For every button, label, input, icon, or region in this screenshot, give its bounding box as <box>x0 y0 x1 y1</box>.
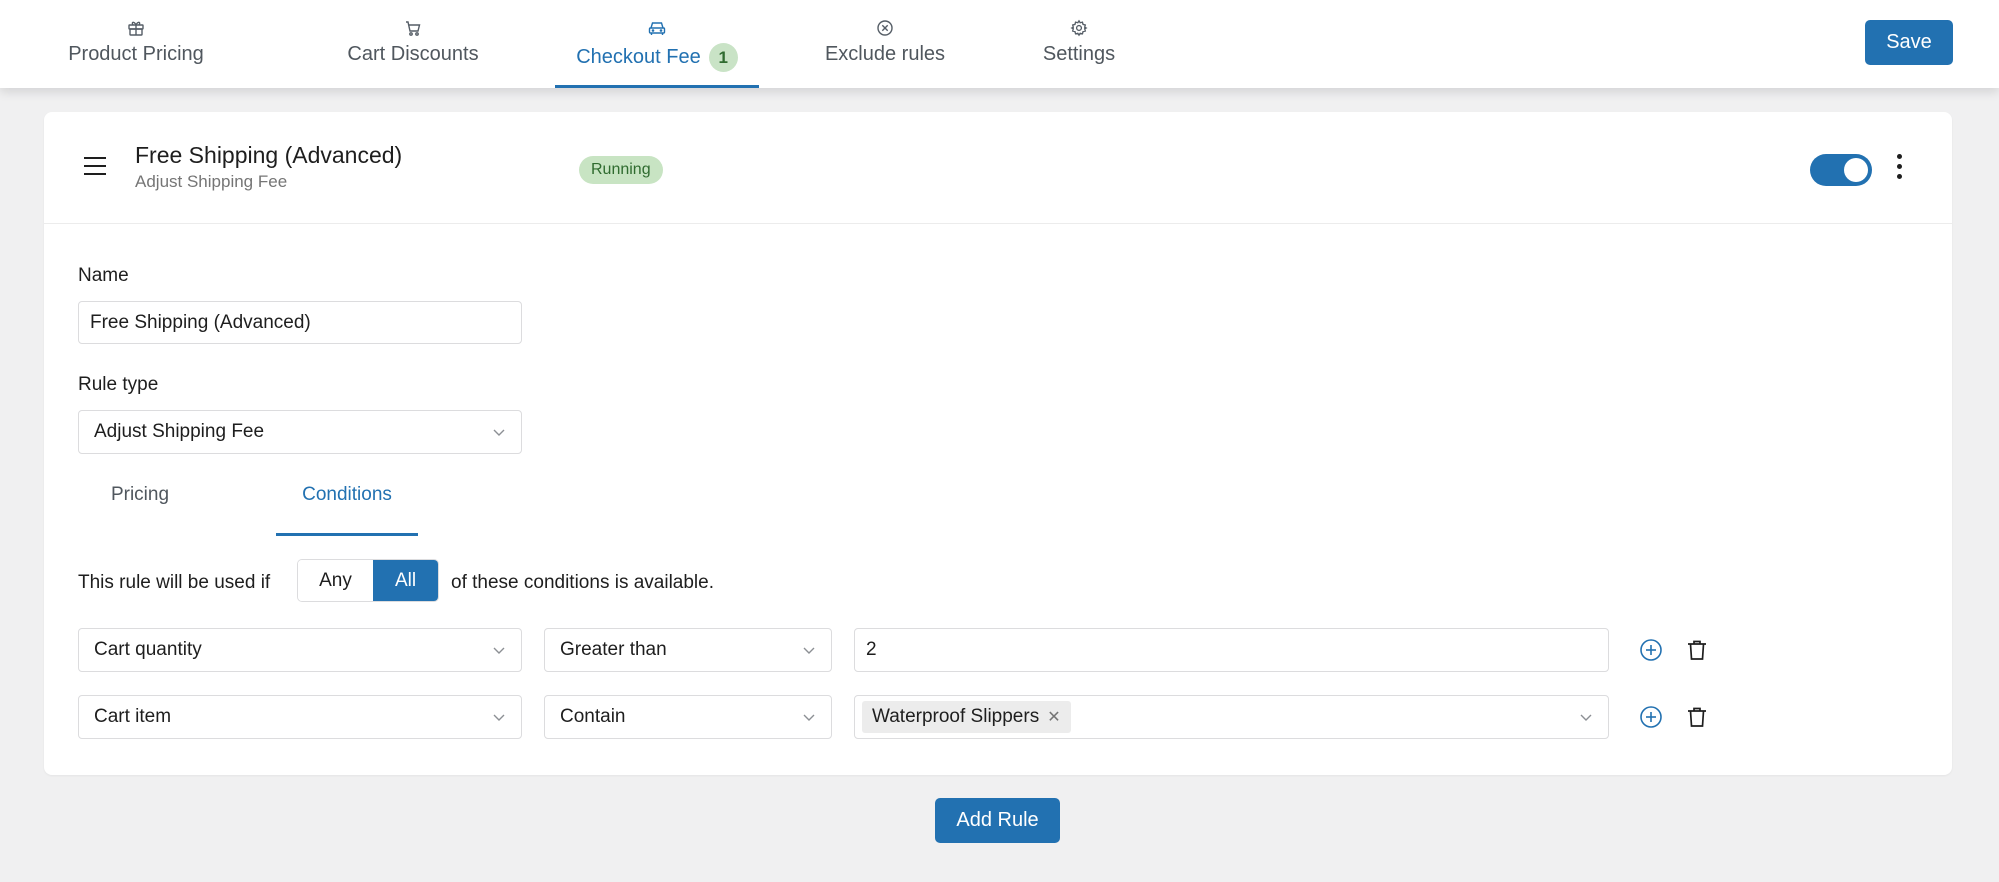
condition-operator-select[interactable]: Contain <box>544 695 832 739</box>
toggle-knob <box>1844 158 1868 182</box>
condition-field-select[interactable]: Cart item <box>78 695 522 739</box>
chip-label: Waterproof Slippers <box>872 706 1040 727</box>
chevron-down-icon <box>1580 714 1592 721</box>
cart-icon <box>403 18 423 38</box>
condition-products-multiselect[interactable]: Waterproof Slippers ✕ <box>854 695 1609 739</box>
condition-field-select[interactable]: Cart quantity <box>78 628 522 672</box>
match-toggle: Any All <box>297 559 439 602</box>
trash-icon[interactable] <box>1685 705 1709 729</box>
match-any-option[interactable]: Any <box>298 560 373 601</box>
rule-type-label: Rule type <box>78 374 159 395</box>
tab-settings[interactable]: Settings <box>1036 0 1122 88</box>
drag-handle-icon[interactable] <box>84 157 108 177</box>
rule-enabled-toggle[interactable] <box>1810 154 1872 186</box>
count-badge: 1 <box>708 43 738 72</box>
tab-label: Cart Discounts <box>347 43 479 65</box>
condition-operator-value: Contain <box>560 706 626 727</box>
add-rule-button[interactable]: Add Rule <box>935 798 1060 843</box>
subtab-conditions[interactable]: Conditions <box>276 484 418 536</box>
selected-product-chip: Waterproof Slippers ✕ <box>862 701 1071 733</box>
add-condition-icon[interactable] <box>1639 638 1663 662</box>
subtab-pricing[interactable]: Pricing <box>100 484 180 536</box>
rule-header: Free Shipping (Advanced) Adjust Shipping… <box>44 112 1952 224</box>
tab-label: Product Pricing <box>68 43 204 65</box>
condition-field-value: Cart item <box>94 706 172 727</box>
active-subtab-indicator <box>276 533 418 536</box>
gift-icon <box>126 18 146 38</box>
rule-type-value: Adjust Shipping Fee <box>94 421 265 442</box>
condition-field-value: Cart quantity <box>94 639 202 660</box>
name-label: Name <box>78 265 129 286</box>
condition-prefix: This rule will be used if <box>78 572 271 593</box>
chevron-down-icon <box>803 647 815 654</box>
add-condition-icon[interactable] <box>1639 705 1663 729</box>
remove-chip-icon[interactable]: ✕ <box>1047 707 1060 727</box>
top-nav: Product Pricing Cart Discounts Checkout … <box>0 0 1999 88</box>
chevron-down-icon <box>803 714 815 721</box>
match-all-option[interactable]: All <box>373 560 438 601</box>
condition-suffix: of these conditions is available. <box>451 572 714 593</box>
tab-label: Settings <box>1042 43 1116 65</box>
rule-type-select[interactable]: Adjust Shipping Fee <box>78 410 522 454</box>
trash-icon[interactable] <box>1685 638 1709 662</box>
tab-checkout-fee[interactable]: Checkout Fee 1 <box>555 0 759 88</box>
tab-label: Exclude rules <box>824 43 946 65</box>
status-badge: Running <box>579 156 663 184</box>
condition-operator-select[interactable]: Greater than <box>544 628 832 672</box>
chevron-down-icon <box>493 429 505 436</box>
subtab-label: Conditions <box>302 484 392 505</box>
condition-operator-value: Greater than <box>560 639 667 660</box>
gear-icon <box>1069 18 1089 38</box>
tab-product-pricing[interactable]: Product Pricing <box>62 0 210 88</box>
subtab-label: Pricing <box>110 484 170 505</box>
rule-title: Free Shipping (Advanced) <box>135 142 403 168</box>
more-options-icon[interactable] <box>1894 154 1904 184</box>
chevron-down-icon <box>493 714 505 721</box>
rule-card: Free Shipping (Advanced) Adjust Shipping… <box>44 112 1952 775</box>
x-circle-icon <box>875 18 895 38</box>
condition-value-input[interactable] <box>854 628 1609 672</box>
rule-subtitle: Adjust Shipping Fee <box>135 172 288 191</box>
tab-exclude-rules[interactable]: Exclude rules <box>818 0 952 88</box>
tab-label: Checkout Fee <box>576 46 701 68</box>
save-button[interactable]: Save <box>1865 20 1953 65</box>
tab-cart-discounts[interactable]: Cart Discounts <box>343 0 483 88</box>
active-tab-indicator <box>555 85 759 88</box>
car-icon <box>647 18 667 38</box>
chevron-down-icon <box>493 647 505 654</box>
name-input[interactable] <box>78 301 522 344</box>
